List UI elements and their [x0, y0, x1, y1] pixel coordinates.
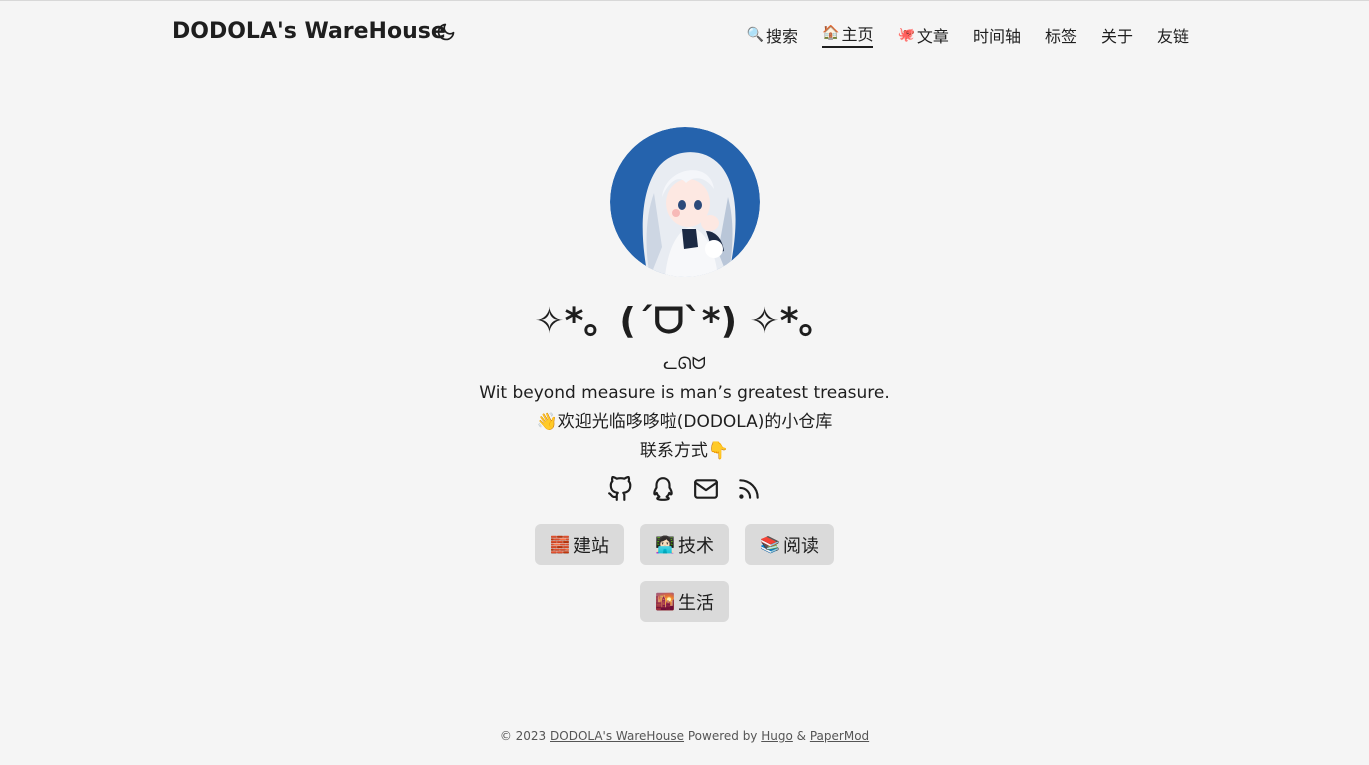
books-emoji-icon: 📚: [760, 535, 780, 554]
nav-label: 友链: [1156, 26, 1189, 46]
powered-by-text: Powered by: [687, 729, 758, 743]
moon-icon[interactable]: [436, 22, 456, 42]
page: DODOLA's WareHouse 🔍 搜索 🏠 主页 🐙 文章 时间轴 标签…: [0, 0, 1369, 765]
nav-item-timeline[interactable]: 时间轴: [973, 21, 1021, 48]
profile-motto: Wit beyond measure is man’s greatest tre…: [479, 383, 890, 403]
site-title-link[interactable]: DODOLA's WareHouse: [172, 19, 446, 44]
button-label: 生活: [677, 592, 714, 614]
nav-label: 搜索: [766, 26, 799, 46]
button-label: 技术: [677, 535, 714, 557]
site-footer: © 2023 DODOLA's WareHouse Powered by Hug…: [0, 729, 1369, 743]
nav-label: 标签: [1044, 26, 1077, 46]
avatar: [609, 127, 760, 277]
rss-icon[interactable]: [736, 476, 762, 502]
nav-item-posts[interactable]: 🐙 文章: [897, 21, 948, 48]
profile-section: ✧*。(ˊᗜˋ*) ✧*。 ᓚᘏᗢ Wit beyond measure is …: [0, 127, 1369, 622]
nav-item-search[interactable]: 🔍 搜索: [747, 21, 798, 48]
button-label: 建站: [572, 535, 609, 557]
main-nav: 🔍 搜索 🏠 主页 🐙 文章 时间轴 标签 关于 友链: [747, 21, 1189, 48]
nav-label: 关于: [1100, 26, 1133, 46]
nav-label: 时间轴: [972, 26, 1021, 46]
footer-site-link[interactable]: DODOLA's WareHouse: [550, 729, 684, 743]
nav-item-about[interactable]: 关于: [1101, 21, 1133, 48]
site-header: DODOLA's WareHouse 🔍 搜索 🏠 主页 🐙 文章 时间轴 标签…: [172, 17, 1189, 51]
github-icon[interactable]: [607, 475, 633, 502]
nav-label: 文章: [916, 26, 949, 46]
social-icons: [0, 475, 1369, 504]
brick-emoji-icon: 🧱: [550, 535, 570, 554]
nav-item-tags[interactable]: 标签: [1045, 21, 1077, 48]
email-icon[interactable]: [693, 476, 719, 502]
ampersand-text: &: [796, 729, 807, 743]
house-emoji-icon: 🏠: [822, 25, 840, 41]
category-button-life[interactable]: 🌇 生活: [640, 581, 729, 622]
profile-title: ✧*。(ˊᗜˋ*) ✧*。: [534, 301, 835, 342]
button-label: 阅读: [782, 535, 819, 557]
copyright-text: © 2023: [499, 729, 547, 743]
welcome-text: 👋欢迎光临哆哆啦(DODOLA)的小仓库: [536, 412, 833, 432]
hugo-link[interactable]: Hugo: [761, 729, 793, 743]
technologist-emoji-icon: 👩🏻‍💻: [655, 535, 675, 554]
nav-item-links[interactable]: 友链: [1157, 21, 1189, 48]
contact-label: 联系方式👇: [639, 441, 730, 461]
nav-item-home[interactable]: 🏠 主页: [822, 21, 874, 48]
papermod-link[interactable]: PaperMod: [810, 729, 869, 743]
category-buttons: 🧱 建站 👩🏻‍💻 技术 📚 阅读 🌇 生活: [525, 524, 845, 622]
qq-icon[interactable]: [650, 476, 676, 502]
category-button-reading[interactable]: 📚 阅读: [745, 524, 834, 565]
nav-label: 主页: [841, 25, 874, 44]
magnifier-emoji-icon: 🔍: [746, 26, 765, 43]
profile-subtitle: ᓚᘏᗢ: [663, 354, 706, 374]
category-button-build[interactable]: 🧱 建站: [535, 524, 624, 565]
octopus-emoji-icon: 🐙: [897, 26, 915, 43]
category-button-tech[interactable]: 👩🏻‍💻 技术: [640, 524, 729, 565]
sunset-emoji-icon: 🌇: [655, 592, 675, 611]
